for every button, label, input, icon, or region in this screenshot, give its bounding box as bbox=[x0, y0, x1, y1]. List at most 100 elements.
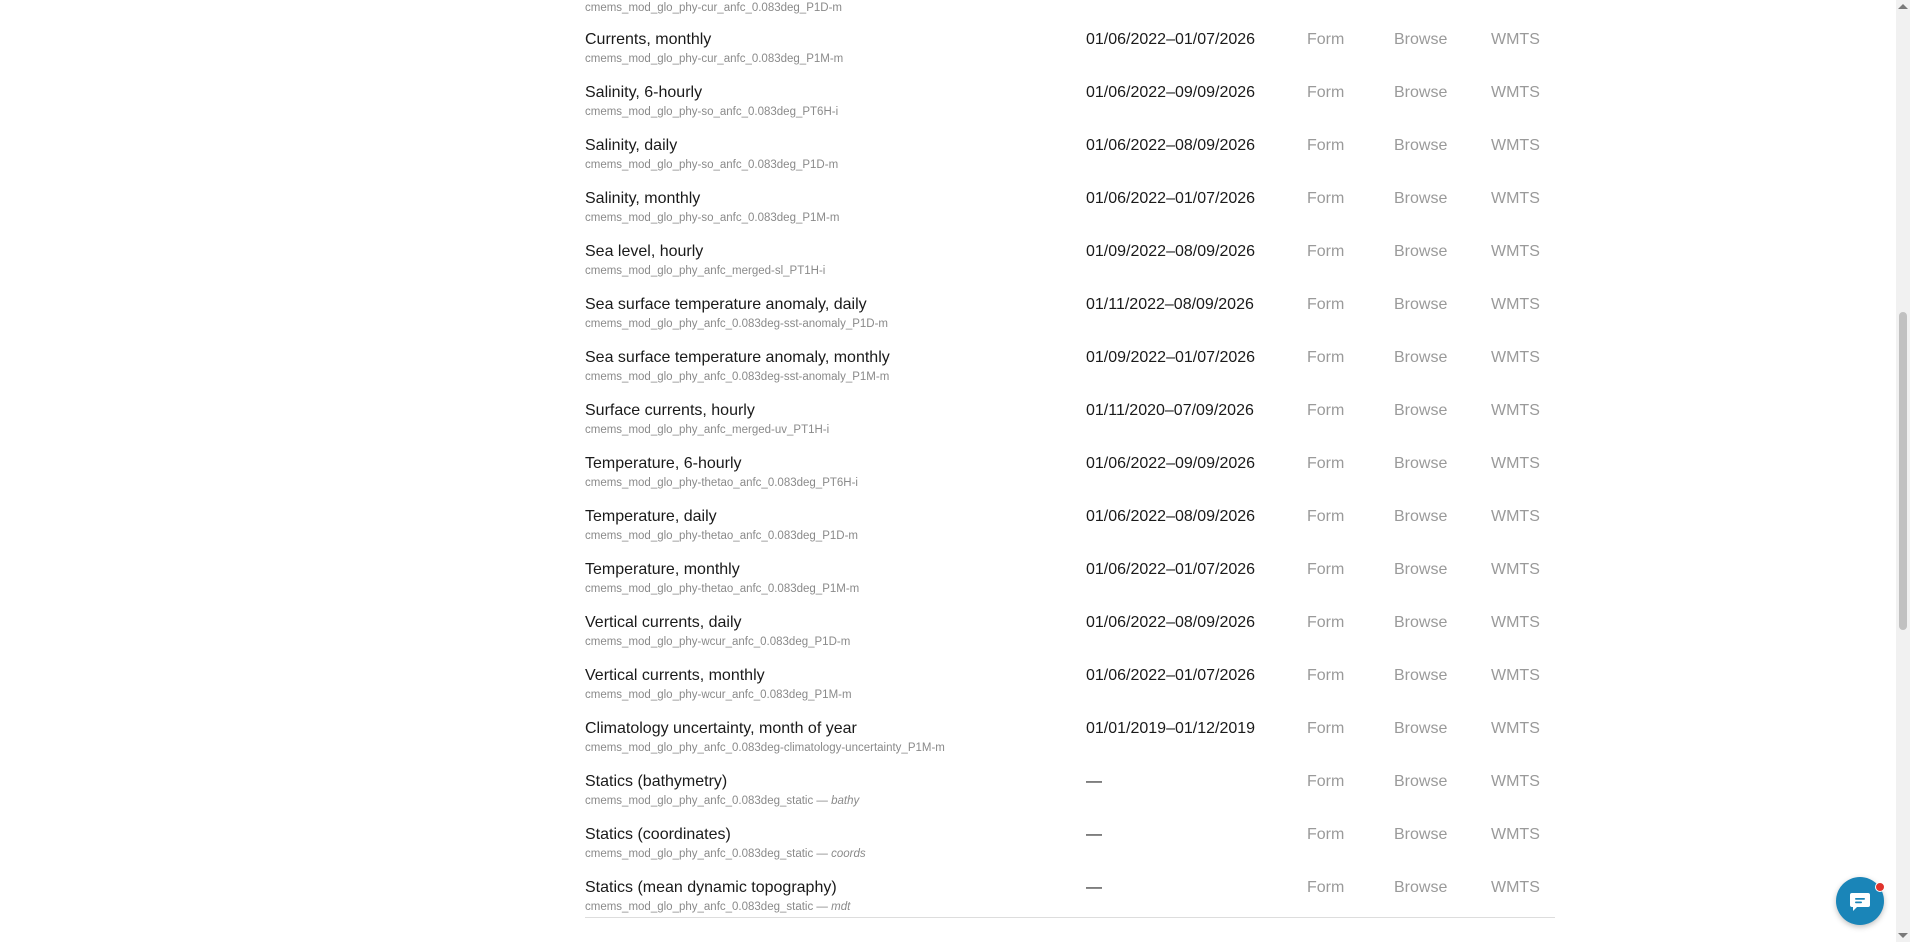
form-link[interactable]: Form bbox=[1307, 455, 1344, 473]
form-link[interactable]: Form bbox=[1307, 349, 1344, 367]
dataset-id-text: cmems_mod_glo_phy-wcur_anfc_0.083deg_P1M… bbox=[585, 689, 852, 701]
form-link[interactable]: Form bbox=[1307, 667, 1344, 685]
wmts-link[interactable]: WMTS bbox=[1491, 508, 1540, 526]
browse-link[interactable]: Browse bbox=[1394, 561, 1447, 579]
chat-bubble-icon bbox=[1850, 893, 1870, 911]
dataset-id: cmems_mod_glo_phy-thetao_anfc_0.083deg_P… bbox=[585, 530, 858, 542]
wmts-link[interactable]: WMTS bbox=[1491, 190, 1540, 208]
form-link[interactable]: Form bbox=[1307, 720, 1344, 738]
table-row: Salinity, monthly cmems_mod_glo_phy-so_an… bbox=[585, 178, 1555, 231]
browse-link[interactable]: Browse bbox=[1394, 349, 1447, 367]
browse-link[interactable]: Browse bbox=[1394, 190, 1447, 208]
dataset-id: cmems_mod_glo_phy-cur_anfc_0.083deg_P1M-… bbox=[585, 53, 843, 65]
wmts-link[interactable]: WMTS bbox=[1491, 773, 1540, 791]
dataset-table: cmems_mod_glo_phy-cur_anfc_0.083deg_P1D-… bbox=[585, 0, 1555, 920]
scroll-down-arrow-icon[interactable] bbox=[1898, 933, 1908, 938]
dataset-id: cmems_mod_glo_phy_anfc_0.083deg_static —… bbox=[585, 901, 850, 913]
dataset-name: Surface currents, hourly bbox=[585, 402, 755, 419]
wmts-link[interactable]: WMTS bbox=[1491, 402, 1540, 420]
form-link[interactable]: Form bbox=[1307, 137, 1344, 155]
form-link[interactable]: Form bbox=[1307, 879, 1344, 897]
form-link[interactable]: Form bbox=[1307, 84, 1344, 102]
date-range: 01/06/2022–01/07/2026 bbox=[1086, 667, 1256, 684]
form-link[interactable]: Form bbox=[1307, 31, 1344, 49]
browse-link[interactable]: Browse bbox=[1394, 826, 1447, 844]
wmts-link[interactable]: WMTS bbox=[1491, 455, 1540, 473]
form-link[interactable]: Form bbox=[1307, 614, 1344, 632]
browse-link[interactable]: Browse bbox=[1394, 614, 1447, 632]
table-row: Sea level, hourly cmems_mod_glo_phy_anfc_… bbox=[585, 231, 1555, 284]
dataset-id-text: cmems_mod_glo_phy-cur_anfc_0.083deg_P1M-… bbox=[585, 53, 844, 65]
browse-link[interactable]: Browse bbox=[1394, 720, 1447, 738]
wmts-link[interactable]: WMTS bbox=[1491, 826, 1540, 844]
page-scrollbar[interactable] bbox=[1896, 0, 1910, 942]
wmts-link[interactable]: WMTS bbox=[1491, 84, 1540, 102]
table-row: Statics (mean dynamic topography) cmems_m… bbox=[585, 867, 1555, 920]
dataset-id-text: cmems_mod_glo_phy-thetao_anfc_0.083deg_P… bbox=[585, 477, 858, 489]
dataset-name: Temperature, 6-hourly bbox=[585, 455, 742, 472]
dataset-id-text: cmems_mod_glo_phy_anfc_0.083deg_static — bbox=[585, 901, 832, 913]
date-range: — bbox=[1086, 773, 1102, 790]
browse-link[interactable]: Browse bbox=[1394, 84, 1447, 102]
dataset-id-text: cmems_mod_glo_phy-wcur_anfc_0.083deg_P1D… bbox=[585, 636, 851, 648]
dataset-name: Currents, monthly bbox=[585, 31, 712, 48]
dataset-id: cmems_mod_glo_phy-thetao_anfc_0.083deg_P… bbox=[585, 477, 858, 489]
date-range: 01/06/2022–01/07/2026 bbox=[1086, 190, 1256, 207]
wmts-link[interactable]: WMTS bbox=[1491, 349, 1540, 367]
date-range: 01/09/2022–01/07/2026 bbox=[1086, 349, 1256, 366]
browse-link[interactable]: Browse bbox=[1394, 773, 1447, 791]
dataset-name: Statics (bathymetry) bbox=[585, 773, 728, 790]
form-link[interactable]: Form bbox=[1307, 296, 1344, 314]
scroll-up-arrow-icon[interactable] bbox=[1898, 4, 1908, 9]
browse-link[interactable]: Browse bbox=[1394, 455, 1447, 473]
date-range: 01/06/2022–08/09/2026 bbox=[1086, 614, 1256, 631]
date-range: 01/06/2022–08/09/2026 bbox=[1086, 508, 1256, 525]
browse-link[interactable]: Browse bbox=[1394, 879, 1447, 897]
browse-link[interactable]: Browse bbox=[1394, 296, 1447, 314]
dataset-id: cmems_mod_glo_phy_anfc_0.083deg-sst-anom… bbox=[585, 371, 889, 383]
form-link[interactable]: Form bbox=[1307, 243, 1344, 261]
dataset-id-text: cmems_mod_glo_phy-so_anfc_0.083deg_P1M-m bbox=[585, 212, 840, 224]
dataset-id: cmems_mod_glo_phy_anfc_0.083deg_static —… bbox=[585, 795, 859, 807]
dataset-name: Salinity, daily bbox=[585, 137, 678, 154]
browse-link[interactable]: Browse bbox=[1394, 243, 1447, 261]
date-range: — bbox=[1086, 826, 1102, 843]
table-row: Salinity, daily cmems_mod_glo_phy-so_anfc… bbox=[585, 125, 1555, 178]
dataset-variable: coords bbox=[831, 848, 866, 860]
wmts-link[interactable]: WMTS bbox=[1491, 243, 1540, 261]
wmts-link[interactable]: WMTS bbox=[1491, 879, 1540, 897]
dataset-name: Sea level, hourly bbox=[585, 243, 704, 260]
dataset-id-text: cmems_mod_glo_phy_anfc_0.083deg-sst-anom… bbox=[585, 371, 890, 383]
table-row: Surface currents, hourly cmems_mod_glo_ph… bbox=[585, 390, 1555, 443]
scrollbar-thumb[interactable] bbox=[1899, 312, 1907, 630]
browse-link[interactable]: Browse bbox=[1394, 508, 1447, 526]
form-link[interactable]: Form bbox=[1307, 508, 1344, 526]
dataset-name: Temperature, daily bbox=[585, 508, 717, 525]
wmts-link[interactable]: WMTS bbox=[1491, 614, 1540, 632]
table-row: Statics (coordinates) cmems_mod_glo_phy_a… bbox=[585, 814, 1555, 867]
wmts-link[interactable]: WMTS bbox=[1491, 561, 1540, 579]
wmts-link[interactable]: WMTS bbox=[1491, 667, 1540, 685]
dataset-id-text: cmems_mod_glo_phy-thetao_anfc_0.083deg_P… bbox=[585, 530, 858, 542]
date-range: 01/11/2022–08/09/2026 bbox=[1086, 296, 1254, 313]
dataset-id: cmems_mod_glo_phy-so_anfc_0.083deg_PT6H-… bbox=[585, 106, 838, 118]
form-link[interactable]: Form bbox=[1307, 826, 1344, 844]
form-link[interactable]: Form bbox=[1307, 190, 1344, 208]
browse-link[interactable]: Browse bbox=[1394, 31, 1447, 49]
dataset-name: Salinity, 6-hourly bbox=[585, 84, 703, 101]
date-range: 01/06/2022–01/07/2026 bbox=[1086, 561, 1256, 578]
dataset-id-text: cmems_mod_glo_phy-cur_anfc_0.083deg_P1D-… bbox=[585, 2, 842, 14]
wmts-link[interactable]: WMTS bbox=[1491, 296, 1540, 314]
form-link[interactable]: Form bbox=[1307, 402, 1344, 420]
wmts-link[interactable]: WMTS bbox=[1491, 720, 1540, 738]
dataset-variable: bathy bbox=[831, 795, 860, 807]
browse-link[interactable]: Browse bbox=[1394, 137, 1447, 155]
wmts-link[interactable]: WMTS bbox=[1491, 31, 1540, 49]
dataset-id: cmems_mod_glo_phy_anfc_0.083deg-sst-anom… bbox=[585, 318, 888, 330]
browse-link[interactable]: Browse bbox=[1394, 667, 1447, 685]
form-link[interactable]: Form bbox=[1307, 773, 1344, 791]
browse-link[interactable]: Browse bbox=[1394, 402, 1447, 420]
form-link[interactable]: Form bbox=[1307, 561, 1344, 579]
wmts-link[interactable]: WMTS bbox=[1491, 137, 1540, 155]
dataset-variable: mdt bbox=[831, 901, 851, 913]
